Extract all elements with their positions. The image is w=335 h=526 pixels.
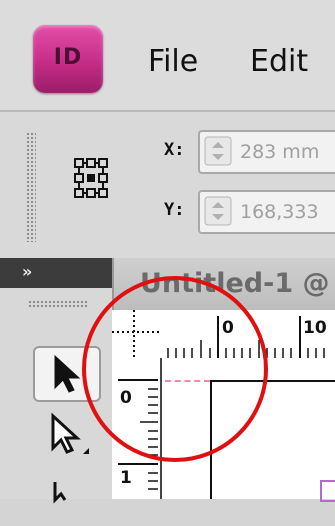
page-tool-icon: [53, 482, 67, 504]
x-position-field[interactable]: 283 mm: [198, 130, 335, 174]
direct-selection-tool[interactable]: [33, 410, 97, 462]
menu-edit[interactable]: Edit: [250, 44, 308, 79]
x-stepper-icon[interactable]: [204, 136, 232, 166]
x-value: 283 mm: [240, 141, 320, 163]
page-tool[interactable]: [33, 470, 97, 522]
y-stepper-icon[interactable]: [204, 196, 232, 226]
y-position-field[interactable]: 168,333: [198, 190, 335, 234]
ruler-v-label-1: 1: [120, 468, 132, 488]
tools-panel-header: [0, 258, 112, 288]
collapse-panel-icon[interactable]: »: [22, 262, 32, 281]
control-panel-grip[interactable]: [26, 132, 36, 242]
x-label: X:: [164, 140, 185, 160]
y-value: 168,333: [240, 201, 319, 223]
highlight-circle: [82, 276, 268, 462]
y-label: Y:: [164, 200, 185, 220]
app-logo[interactable]: ID: [33, 25, 103, 93]
reference-point-icon[interactable]: [74, 156, 108, 200]
menu-file[interactable]: File: [148, 44, 198, 79]
tools-panel-grip[interactable]: [28, 300, 88, 308]
app-logo-text: ID: [53, 45, 83, 70]
arrow-white-icon: [51, 412, 89, 454]
ruler-h-label-10: 10: [303, 318, 327, 338]
